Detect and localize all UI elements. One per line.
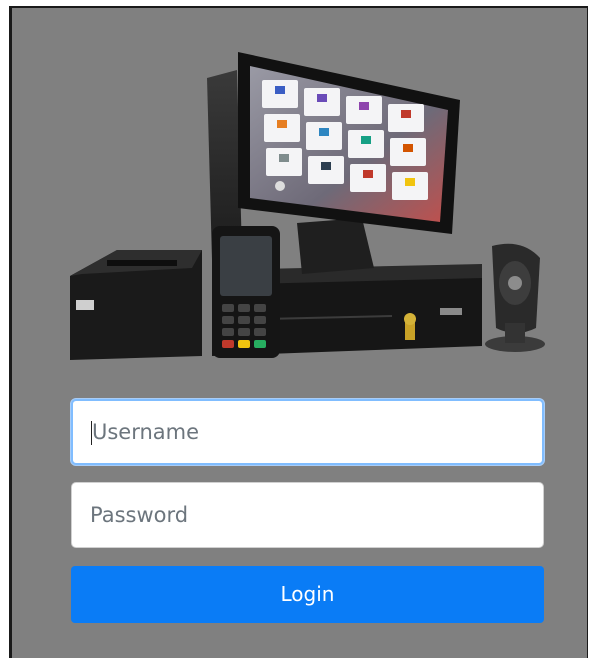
login-panel: Username Password Login: [9, 6, 588, 658]
pos-monitor-icon: [238, 52, 460, 234]
keypad-key: [222, 316, 234, 324]
pos-app-tile-icon: [277, 120, 287, 128]
login-button[interactable]: Login: [71, 566, 544, 623]
pos-app-tile-icon: [363, 170, 373, 178]
barcode-scanner-icon: [485, 243, 545, 352]
password-placeholder: Password: [90, 503, 189, 527]
keypad-key: [254, 340, 266, 348]
pos-app-tile-icon: [401, 110, 411, 118]
keypad-key: [222, 328, 234, 336]
pos-app-tile-icon: [275, 86, 285, 94]
keypad-key: [254, 328, 266, 336]
card-terminal-icon: [212, 226, 280, 358]
pos-app-tile-icon: [359, 102, 369, 110]
pos-app-tile-icon: [405, 178, 415, 186]
pos-app-tile-icon: [403, 144, 413, 152]
pos-app-tile-icon: [321, 162, 331, 170]
pos-app-tile-icon: [317, 94, 327, 102]
pos-app-tile-icon: [361, 136, 371, 144]
keypad-key: [254, 304, 266, 312]
keypad-key: [254, 316, 266, 324]
pos-app-tile-icon: [319, 128, 329, 136]
keypad-key: [222, 304, 234, 312]
receipt-printer-icon: [70, 250, 202, 360]
pos-app-tile-icon: [279, 154, 289, 162]
keypad-key: [238, 340, 250, 348]
keypad-key: [238, 328, 250, 336]
username-placeholder: Username: [92, 420, 200, 444]
pos-system-illustration: [70, 52, 545, 360]
keypad-key: [222, 340, 234, 348]
keypad-key: [238, 304, 250, 312]
keypad-key: [238, 316, 250, 324]
username-field[interactable]: Username: [71, 399, 544, 465]
password-field[interactable]: Password: [71, 482, 544, 548]
